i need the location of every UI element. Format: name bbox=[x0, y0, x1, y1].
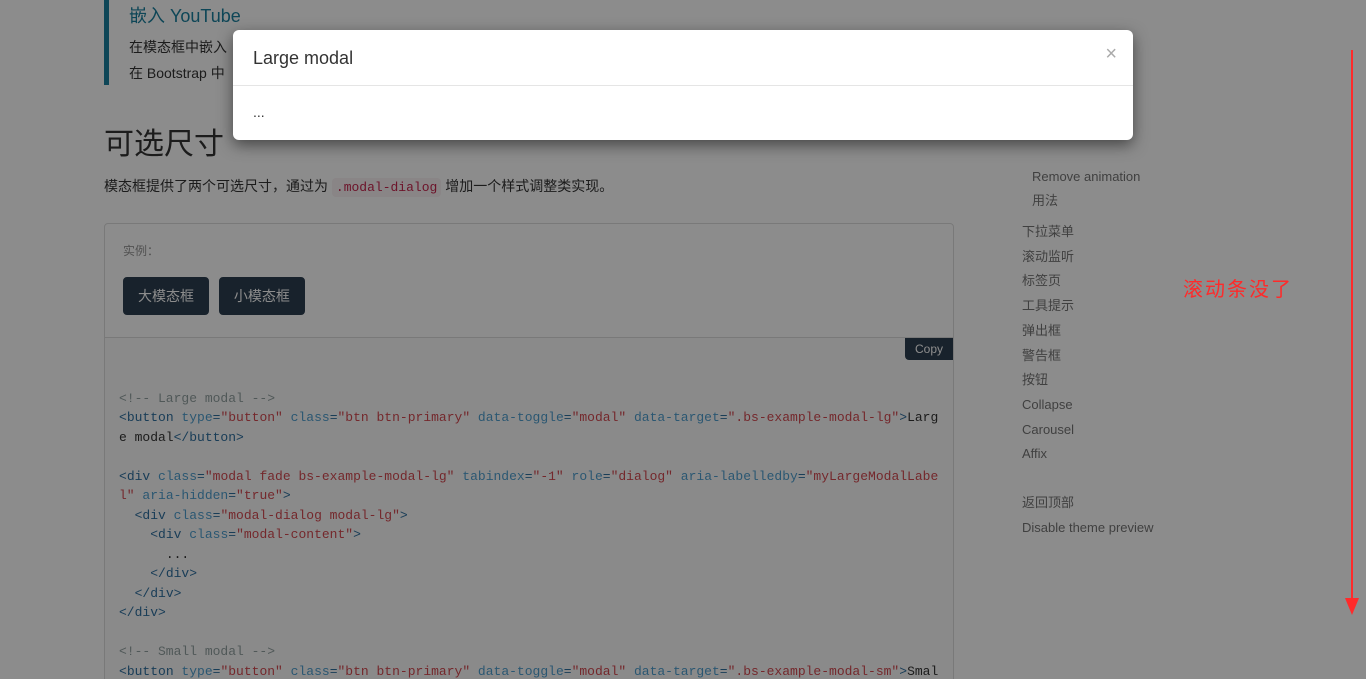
annotation-arrow-icon bbox=[1342, 50, 1366, 620]
modal-header: Large modal × bbox=[233, 30, 1133, 86]
modal-title: Large modal bbox=[253, 48, 353, 68]
modal-body: ... bbox=[233, 86, 1133, 140]
annotation-label: 滚动条没了 bbox=[1183, 273, 1293, 302]
modal-close-button[interactable]: × bbox=[1105, 44, 1117, 64]
large-modal-dialog: Large modal × ... bbox=[233, 30, 1133, 140]
